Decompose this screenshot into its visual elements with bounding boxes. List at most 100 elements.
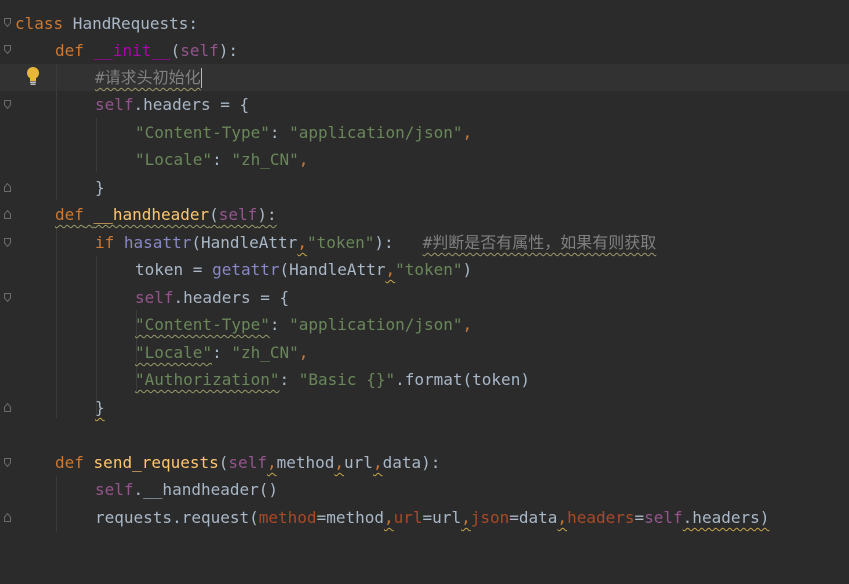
code-line-6[interactable]: "Locale": "zh_CN", (135, 146, 308, 173)
dict-value: "Basic {}" (298, 370, 396, 389)
code-text: = (634, 508, 645, 527)
fold-open-icon[interactable] (4, 238, 11, 247)
code-line-10[interactable]: token = getattr(HandleAttr,"token") (135, 256, 472, 283)
function-name: __handheader (93, 205, 210, 224)
code-line-17[interactable]: def send_requests(self,method,url,data): (55, 449, 440, 476)
code-text: .format(token) (395, 370, 530, 389)
dict-value: "zh_CN" (231, 150, 299, 169)
keyword: def (55, 41, 84, 60)
self-param: self (180, 41, 219, 60)
self-ref: self (644, 508, 683, 527)
colon: : (279, 370, 299, 389)
code-line-1[interactable]: class HandRequests: (15, 10, 198, 37)
code-text: .headers = { (173, 288, 290, 307)
paren: ): (421, 453, 441, 472)
builtin-call: getattr (212, 260, 280, 279)
brace: } (95, 398, 105, 417)
colon: : (269, 315, 290, 334)
comma: , (384, 508, 394, 527)
fold-open-icon[interactable] (4, 458, 11, 467)
keyword: if (95, 233, 115, 252)
dict-key: "Locale" (135, 343, 213, 362)
code-line-12[interactable]: "Content-Type": "application/json", (135, 311, 472, 338)
colon: : (212, 150, 232, 169)
code-text: =method (316, 508, 384, 527)
self-ref: self (95, 95, 134, 114)
paren: ): (374, 233, 394, 252)
code-editor[interactable]: class HandRequests: def __init__(self): … (0, 0, 849, 584)
self-param: self (218, 205, 258, 224)
comma: , (372, 453, 383, 472)
code-text: token = (135, 260, 213, 279)
indent-guide (96, 118, 97, 172)
fold-close-icon[interactable] (4, 403, 11, 412)
comment: #判断是否有属性，如果有则获取 (422, 233, 657, 252)
code-line-5[interactable]: "Content-Type": "application/json", (135, 119, 472, 146)
code-line-15[interactable]: } (95, 394, 105, 421)
self-ref: self (135, 288, 174, 307)
colon: : (212, 343, 232, 362)
string: "token" (306, 233, 375, 252)
keyword-arg: headers (567, 508, 635, 527)
code-text: (HandleAttr (279, 260, 386, 279)
fold-open-icon[interactable] (4, 45, 11, 54)
comma: , (297, 233, 307, 252)
code-text: .headers) (682, 508, 770, 527)
code-text: requests.request( (95, 508, 259, 527)
paren: ): (218, 41, 239, 60)
code-line-3[interactable]: #请求头初始化 (95, 64, 201, 91)
comma: , (385, 260, 396, 279)
code-line-11[interactable]: self.headers = { (135, 284, 289, 311)
comma: , (557, 508, 568, 527)
comma: , (266, 453, 277, 472)
fold-close-icon[interactable] (4, 513, 11, 522)
keyword: def (55, 453, 84, 472)
comma: , (462, 315, 473, 334)
indent-guide (56, 64, 57, 200)
comma: , (462, 123, 473, 142)
paren: ( (170, 41, 181, 60)
paren: ( (218, 453, 229, 472)
class-name: HandRequests: (63, 14, 199, 33)
keyword: def (55, 205, 84, 224)
string: "token" (395, 260, 463, 279)
code-text: =url (422, 508, 462, 527)
code-line-2[interactable]: def __init__(self): (55, 37, 238, 64)
param: method (276, 453, 335, 472)
fold-open-icon[interactable] (4, 293, 11, 302)
brace: } (95, 178, 105, 197)
keyword-arg: method (258, 508, 317, 527)
code-line-7[interactable]: } (95, 174, 105, 201)
code-line-19[interactable]: requests.request(method=method,url=url,j… (95, 504, 769, 531)
code-line-9[interactable]: if hasattr(HandleAttr,"token"): #判断是否有属性… (95, 229, 656, 256)
function-name: __init__ (93, 41, 171, 60)
fold-open-icon[interactable] (4, 18, 11, 27)
code-text: (HandleAttr (191, 233, 298, 252)
fold-open-icon[interactable] (4, 100, 11, 109)
lightbulb-icon[interactable] (25, 66, 43, 86)
code-text: .__handheader() (133, 480, 279, 499)
code-line-8[interactable]: def __handheader(self): (55, 201, 277, 228)
keyword-arg: url (393, 508, 423, 527)
dict-value: "application/json" (289, 315, 463, 334)
indent-guide (56, 476, 57, 532)
comma: , (334, 453, 345, 472)
paren: ( (209, 205, 219, 224)
code-line-14[interactable]: "Authorization": "Basic {}".format(token… (135, 366, 530, 393)
code-line-4[interactable]: self.headers = { (95, 91, 249, 118)
comma: , (461, 508, 471, 527)
dict-value: "zh_CN" (231, 343, 299, 362)
keyword: class (15, 14, 64, 33)
fold-close-icon[interactable] (4, 183, 11, 192)
code-line-18[interactable]: self.__handheader() (95, 476, 278, 503)
dict-key: "Locale" (135, 150, 213, 169)
param: data (382, 453, 422, 472)
code-line-13[interactable]: "Locale": "zh_CN", (135, 339, 308, 366)
paren: ) (462, 260, 473, 279)
fold-close-icon[interactable] (4, 210, 11, 219)
text-caret (201, 68, 202, 88)
param: url (344, 453, 373, 472)
keyword-arg: json (470, 508, 510, 527)
function-name: send_requests (93, 453, 219, 472)
indent-guide (96, 256, 97, 416)
